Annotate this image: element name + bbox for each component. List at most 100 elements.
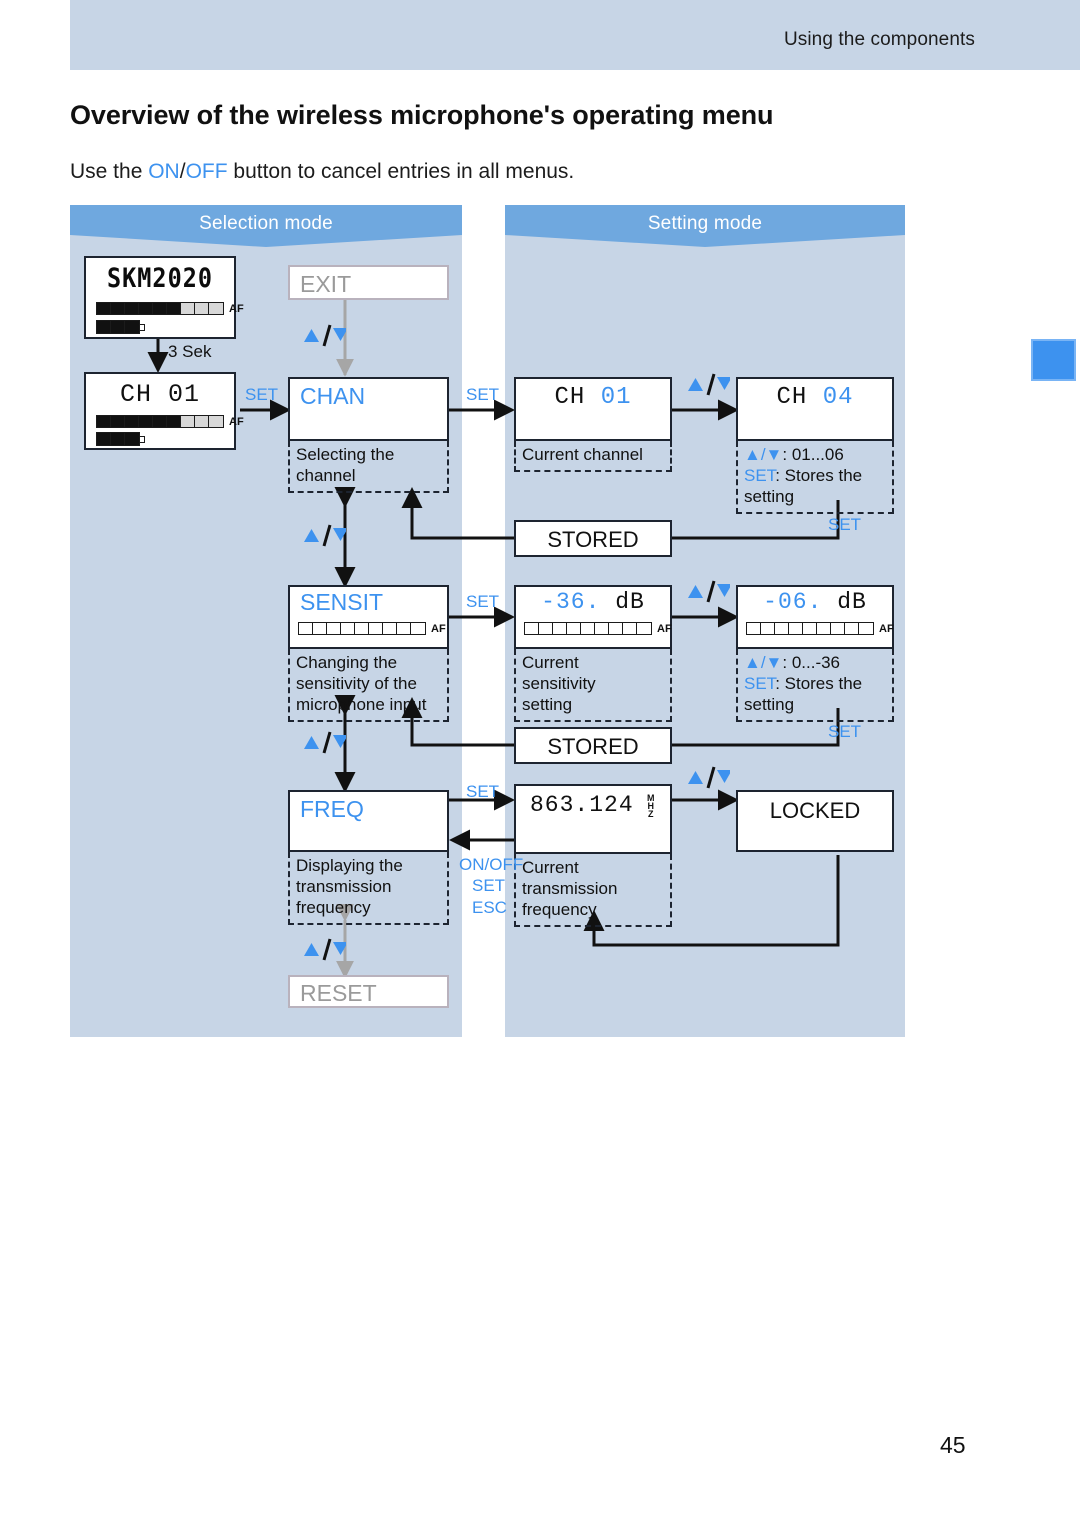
key-label-set-4: SET	[466, 782, 500, 801]
af-meter-sens-current: AF	[524, 622, 672, 635]
ch-prefix: CH	[554, 384, 586, 411]
updown-button-icon-7	[686, 764, 732, 790]
caption-channel-current: Current channel	[514, 441, 672, 472]
battery-indicator-splash	[96, 320, 145, 334]
af-label: AF	[229, 302, 244, 315]
lcd-splash-text: SKM2020	[106, 264, 214, 294]
menu-item-reset[interactable]: RESET	[288, 975, 449, 1008]
menu-item-freq-label: FREQ	[300, 796, 364, 822]
af-label-2: AF	[229, 415, 244, 428]
ch-edit-prefix: CH	[776, 384, 808, 411]
lcd-home-screen: CH 01 AF	[84, 372, 244, 450]
caption-sens-cur-l3: setting	[522, 695, 573, 714]
updown-button-icon-5	[686, 371, 732, 397]
state-channel-edit: CH 04	[736, 377, 894, 441]
af-label-4: AF	[657, 622, 672, 635]
panel-selection-label: Selection mode	[199, 213, 333, 234]
updown-key-glyph-2: ▲/▼	[744, 653, 783, 672]
caption-sensit: Changing the sensitivity of the micropho…	[288, 649, 449, 722]
af-meter-sensit: AF	[298, 622, 446, 635]
updown-button-icon-2	[302, 522, 348, 548]
updown-button-icon-4	[302, 936, 348, 962]
panel-selection-header: Selection mode	[70, 205, 462, 247]
menu-item-sensit-label: SENSIT	[300, 589, 384, 615]
operating-menu-diagram: Selection mode Setting mode SKM2020 AF 3…	[0, 0, 1080, 1529]
caption-channel-range: : 01...06	[782, 445, 844, 464]
caption-channel-edit-set: SET: Stores the setting	[744, 465, 886, 507]
key-label-set-6: SET	[828, 722, 862, 741]
caption-freq-cur-l2: transmission	[522, 879, 618, 898]
state-channel-current: CH 01	[514, 377, 672, 441]
caption-channel-edit-range: ▲/▼: 01...06	[744, 444, 886, 465]
state-stored-sensitivity: STORED	[514, 727, 672, 764]
caption-freq-cur-l3: frequency	[522, 900, 597, 919]
caption-chan-text: Selecting the channel	[296, 445, 395, 485]
state-channel-current-text: CH 01	[516, 384, 670, 411]
menu-item-sensit[interactable]: SENSIT AF	[288, 585, 449, 649]
caption-sensit-l1: Changing the	[296, 653, 398, 672]
state-stored-channel-label: STORED	[547, 527, 639, 552]
caption-sensit-l2: sensitivity of the	[296, 674, 417, 693]
sens-unit: dB	[615, 589, 645, 615]
key-label-onoff: ON/OFF	[459, 855, 524, 874]
menu-item-reset-label: RESET	[300, 980, 377, 1006]
unit-mhz-z: Z	[648, 809, 654, 819]
af-label-3: AF	[431, 622, 446, 635]
lcd-splash-screen: SKM2020 AF	[84, 256, 244, 339]
caption-channel-edit: ▲/▼: 01...06 SET: Stores the setting	[736, 441, 894, 514]
state-sensitivity-edit-text: -06. dB	[738, 589, 892, 615]
af-bar-2	[96, 415, 224, 428]
af-bar-5	[746, 622, 874, 635]
af-bar	[96, 302, 224, 315]
updown-button-icon-6	[686, 578, 732, 604]
state-frequency-value: 863.124	[530, 792, 634, 818]
state-stored-channel: STORED	[514, 520, 672, 557]
menu-item-chan[interactable]: CHAN	[288, 377, 449, 441]
sens-value: -36.	[541, 589, 601, 615]
state-sensitivity-edit: -06. dB AF	[736, 585, 894, 649]
state-channel-edit-text: CH 04	[738, 384, 892, 411]
panel-setting-header: Setting mode	[505, 205, 905, 247]
caption-freq-l2: transmission	[296, 877, 392, 896]
updown-button-icon-3	[302, 729, 348, 755]
hold-duration-label: 3 Sek	[168, 342, 212, 361]
updown-key-glyph: ▲/▼	[744, 445, 783, 464]
caption-frequency-current: Current transmission frequency	[514, 854, 672, 927]
menu-item-freq[interactable]: FREQ	[288, 790, 449, 852]
menu-item-exit[interactable]: EXIT	[288, 265, 449, 300]
af-label-5: AF	[879, 622, 894, 635]
state-locked-label: LOCKED	[769, 798, 861, 823]
caption-freq: Displaying the transmission frequency	[288, 852, 449, 925]
caption-freq-l1: Displaying the	[296, 856, 403, 875]
unit-mhz-stacked: M H Z	[647, 794, 655, 819]
panel-setting-label: Setting mode	[647, 213, 763, 234]
caption-channel-current-text: Current channel	[522, 445, 643, 464]
caption-freq-cur-l1: Current	[522, 858, 579, 877]
af-bar-3	[298, 622, 426, 635]
state-frequency-current: 863.124 M H Z	[514, 784, 672, 854]
set-key-label: SET	[744, 466, 776, 485]
af-meter-splash: AF	[96, 302, 244, 315]
key-label-set-2: SET	[466, 385, 500, 404]
key-label-set-3: SET	[466, 592, 500, 611]
state-sensitivity-current-text: -36. dB	[516, 589, 670, 615]
caption-sens-edit-range: ▲/▼: 0...-36	[744, 652, 886, 673]
state-stored-sensitivity-label: STORED	[547, 734, 639, 759]
key-label-set-5: SET	[828, 515, 862, 534]
sens-edit-unit: dB	[837, 589, 867, 615]
updown-button-icon-1	[302, 322, 348, 348]
ch-value: 01	[600, 384, 632, 411]
ch-edit-value: 04	[822, 384, 854, 411]
state-sensitivity-current: -36. dB AF	[514, 585, 672, 649]
set-key-label-2: SET	[744, 674, 776, 693]
caption-sensit-l3: microphone input	[296, 695, 427, 714]
af-bar-4	[524, 622, 652, 635]
menu-item-chan-label: CHAN	[300, 383, 366, 409]
caption-sens-cur-l1: Current	[522, 653, 579, 672]
caption-sens-range: : 0...-36	[782, 653, 841, 672]
caption-sensitivity-edit: ▲/▼: 0...-36 SET: Stores the setting	[736, 649, 894, 722]
key-label-set-7: SET	[472, 876, 506, 895]
key-label-set-1: SET	[245, 385, 279, 404]
battery-indicator-home	[96, 432, 145, 446]
document-page: Using the components Overview of the wir…	[0, 0, 1080, 1529]
